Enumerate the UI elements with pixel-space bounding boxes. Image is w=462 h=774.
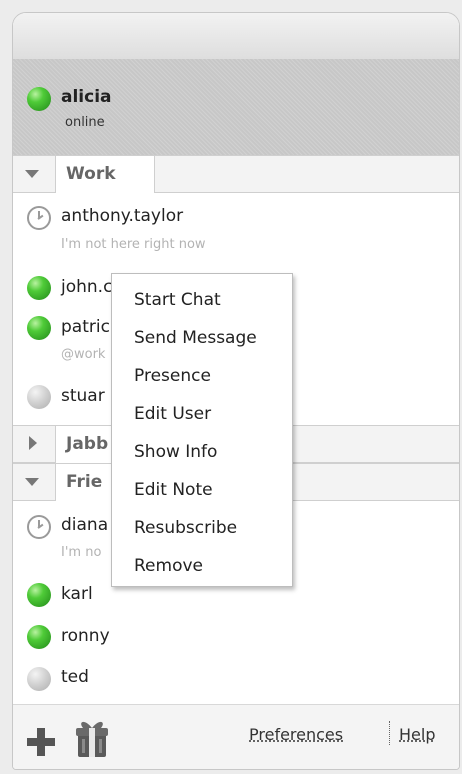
gift-icon[interactable]: [75, 717, 109, 759]
menu-item-send-message[interactable]: Send Message: [134, 328, 257, 348]
menu-item-edit-user[interactable]: Edit User: [134, 404, 211, 424]
help-link[interactable]: Help: [399, 725, 435, 744]
current-user-bar[interactable]: alicia online: [13, 59, 459, 156]
online-status-icon: [27, 316, 51, 340]
current-user-status[interactable]: online: [65, 115, 105, 130]
roster-panel: alicia online Work anthony.taylor I'm no…: [12, 12, 460, 770]
menu-item-edit-note[interactable]: Edit Note: [134, 480, 213, 500]
contact-status-message: @work: [61, 347, 106, 362]
contact-name[interactable]: john.c: [61, 277, 112, 297]
contact-name[interactable]: ted: [61, 667, 89, 687]
offline-status-icon: [27, 385, 51, 409]
preferences-link[interactable]: Preferences: [249, 725, 343, 744]
menu-item-presence[interactable]: Presence: [134, 366, 211, 386]
menu-item-remove[interactable]: Remove: [134, 556, 203, 576]
online-status-icon: [27, 276, 51, 300]
contact-context-menu: Start Chat Send Message Presence Edit Us…: [111, 273, 293, 587]
collapse-arrow-icon[interactable]: [25, 170, 39, 178]
plus-icon[interactable]: [13, 705, 63, 769]
contact-name[interactable]: ronny: [61, 626, 110, 646]
contact-name[interactable]: anthony.taylor: [61, 206, 183, 226]
current-user-name: alicia: [61, 87, 112, 107]
online-status-icon[interactable]: [27, 87, 51, 111]
online-status-icon: [27, 625, 51, 649]
group-name: Frie: [66, 472, 103, 492]
contact-name[interactable]: stuar: [61, 386, 105, 406]
away-status-icon: [27, 515, 51, 539]
footer-toolbar: Preferences Help: [13, 704, 459, 769]
online-status-icon: [27, 583, 51, 607]
contact-name[interactable]: karl: [61, 584, 93, 604]
menu-item-resubscribe[interactable]: Resubscribe: [134, 518, 237, 538]
contact-name[interactable]: patric: [61, 317, 110, 337]
contact-status-message: I'm not here right now: [61, 237, 206, 252]
contact-name[interactable]: diana: [61, 515, 108, 535]
menu-item-start-chat[interactable]: Start Chat: [134, 290, 221, 310]
collapse-arrow-icon[interactable]: [25, 478, 39, 486]
contact-status-message: I'm no: [61, 545, 102, 560]
window-top-bar: [13, 13, 459, 60]
offline-status-icon: [27, 667, 51, 691]
menu-item-show-info[interactable]: Show Info: [134, 442, 217, 462]
expand-arrow-icon[interactable]: [29, 436, 37, 450]
group-name: Jabb: [66, 434, 109, 454]
away-status-icon: [27, 206, 51, 230]
group-name: Work: [66, 164, 116, 184]
group-header-work[interactable]: Work: [13, 155, 459, 193]
group-tab-work[interactable]: Work: [55, 155, 155, 193]
link-separator: [389, 721, 391, 745]
